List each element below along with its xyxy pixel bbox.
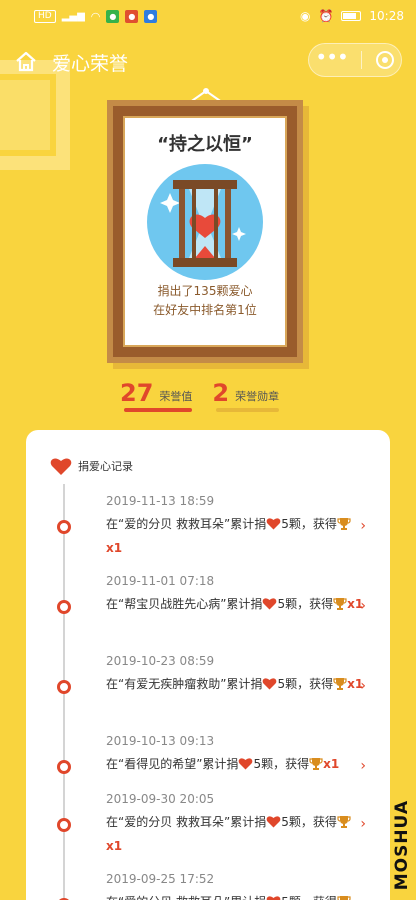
hd-indicator: HD bbox=[34, 9, 56, 23]
record-prefix: 在“看得见的希望”累计捐 bbox=[106, 757, 239, 771]
record-prefix: 在“爱的分贝 救救耳朵”累计捐 bbox=[106, 517, 267, 531]
honor-badge-label: 荣誉勋章 bbox=[235, 390, 280, 403]
record-prefix: 在“爱的分贝 救救耳朵”累计捐 bbox=[106, 815, 267, 829]
heart-icon bbox=[266, 896, 281, 900]
status-left: HD ▂▄▆ ◠ ● ● ● bbox=[34, 9, 158, 23]
clock-time: 10:28 bbox=[369, 9, 404, 23]
timeline-dot bbox=[57, 760, 71, 774]
record-count: 5颗，获得 bbox=[253, 757, 310, 771]
record-text: 在“爱的分贝 救救耳朵”累计捐5颗，获得x1 bbox=[106, 890, 366, 900]
status-right: ◉ ⏰ 10:28 bbox=[300, 9, 404, 23]
record-header: 捐爱心记录 bbox=[50, 456, 133, 476]
app-notification-icon: ● bbox=[125, 9, 139, 23]
honor-stats: 27 荣誉值 2 荣誉勋章 bbox=[120, 379, 280, 412]
heart-icon bbox=[239, 758, 253, 770]
chevron-right-icon[interactable]: › bbox=[360, 598, 366, 614]
chevron-right-icon[interactable]: › bbox=[360, 816, 366, 832]
chevron-right-icon[interactable]: › bbox=[360, 758, 366, 774]
heart-icon bbox=[263, 598, 277, 610]
record-reward: x1 bbox=[106, 541, 123, 555]
record-text: 在“看得见的希望”累计捐 5颗，获得 x1 bbox=[106, 752, 366, 776]
heart-icon bbox=[263, 678, 277, 690]
record-text: 在“帮宝贝战胜先心病”累计捐 5颗，获得 x1 bbox=[106, 592, 366, 616]
app-notification-icon: ● bbox=[144, 9, 158, 23]
close-circle-icon[interactable] bbox=[375, 50, 395, 70]
honor-donation-text: 捐出了135颗爱心 bbox=[157, 284, 253, 298]
alarm-icon: ⏰ bbox=[318, 9, 334, 23]
honor-value-number: 27 bbox=[120, 379, 154, 407]
chevron-right-icon[interactable]: › bbox=[360, 518, 366, 534]
record-prefix: 在“帮宝贝战胜先心病”累计捐 bbox=[106, 597, 263, 611]
page-title: 爱心荣誉 bbox=[52, 52, 129, 75]
chevron-right-icon[interactable]: › bbox=[360, 896, 366, 900]
record-text: 在“爱的分贝 救救耳朵”累计捐 5颗，获得 x1 bbox=[106, 810, 366, 858]
heart-icon bbox=[50, 458, 72, 475]
signal-icon: ▂▄▆ bbox=[61, 10, 85, 22]
navigation-bar: 爱心荣誉 ••• bbox=[0, 40, 416, 84]
honor-badge-stat[interactable]: 2 荣誉勋章 bbox=[212, 379, 280, 412]
record-heading: 捐爱心记录 bbox=[78, 460, 133, 473]
record-count: 5颗，获得 bbox=[277, 597, 334, 611]
record-date: 2019-10-23 08:59 bbox=[106, 654, 215, 668]
heart-icon bbox=[266, 518, 281, 530]
record-count: 5颗，获得 bbox=[281, 895, 337, 900]
mini-program-capsule: ••• bbox=[308, 43, 402, 77]
trophy-icon bbox=[337, 896, 351, 900]
record-count: 5颗，获得 bbox=[281, 815, 337, 829]
record-date: 2019-10-13 09:13 bbox=[106, 734, 215, 748]
trophy-icon bbox=[309, 758, 323, 770]
timeline-dot bbox=[57, 600, 71, 614]
record-count: 5颗，获得 bbox=[277, 677, 334, 691]
honor-frame: “持之以恒” 捐出了135颗爱心 在好友中排名第1位 bbox=[107, 100, 303, 363]
trophy-icon bbox=[337, 518, 351, 530]
record-prefix: 在“有爱无疾肿瘤救助”累计捐 bbox=[106, 677, 263, 691]
record-count: 5颗，获得 bbox=[281, 517, 337, 531]
record-prefix: 在“爱的分贝 救救耳朵”累计捐 bbox=[106, 895, 266, 900]
honor-value-label: 荣誉值 bbox=[159, 390, 193, 403]
trophy-icon bbox=[333, 598, 347, 610]
decor-square bbox=[0, 80, 50, 150]
status-bar: HD ▂▄▆ ◠ ● ● ● ◉ ⏰ 10:28 bbox=[0, 0, 416, 32]
honor-value-stat[interactable]: 27 荣誉值 bbox=[120, 379, 193, 412]
watermark: MOSHUA bbox=[392, 799, 412, 890]
record-date: 2019-11-01 07:18 bbox=[106, 574, 215, 588]
active-tab-underline bbox=[124, 408, 193, 412]
timeline-dot bbox=[57, 680, 71, 694]
home-icon[interactable] bbox=[14, 50, 38, 74]
heart-icon bbox=[266, 816, 281, 828]
trophy-icon bbox=[333, 678, 347, 690]
record-reward: x1 bbox=[323, 757, 340, 771]
hourglass-heart-icon bbox=[147, 164, 263, 280]
donation-record-card: 捐爱心记录 2019-11-13 18:59 在“爱的分贝 救救耳朵”累计捐 5颗，… bbox=[26, 430, 390, 900]
trophy-icon bbox=[337, 816, 351, 828]
wifi-icon: ◠ bbox=[90, 9, 101, 23]
record-reward: x1 bbox=[106, 839, 123, 853]
record-date: 2019-09-30 20:05 bbox=[106, 792, 215, 806]
record-date: 2019-11-13 18:59 bbox=[106, 494, 215, 508]
honor-badge-number: 2 bbox=[212, 379, 230, 407]
eye-icon: ◉ bbox=[299, 9, 311, 23]
battery-icon bbox=[341, 11, 362, 21]
record-date: 2019-09-25 17:52 bbox=[106, 872, 215, 886]
more-icon[interactable]: ••• bbox=[315, 47, 348, 68]
honor-rank-text: 在好友中排名第1位 bbox=[153, 303, 257, 317]
tab-underline bbox=[216, 408, 280, 412]
timeline-dot bbox=[57, 818, 71, 832]
honor-frame-content: “持之以恒” 捐出了135颗爱心 在好友中排名第1位 bbox=[123, 116, 287, 347]
record-text: 在“爱的分贝 救救耳朵”累计捐 5颗，获得 x1 bbox=[106, 512, 366, 560]
app-notification-icon: ● bbox=[106, 9, 120, 23]
chevron-right-icon[interactable]: › bbox=[360, 678, 366, 694]
honor-title: “持之以恒” bbox=[157, 134, 253, 155]
record-text: 在“有爱无疾肿瘤救助”累计捐 5颗，获得 x1 bbox=[106, 672, 366, 696]
timeline-dot bbox=[57, 520, 71, 534]
capsule-divider bbox=[360, 51, 362, 69]
